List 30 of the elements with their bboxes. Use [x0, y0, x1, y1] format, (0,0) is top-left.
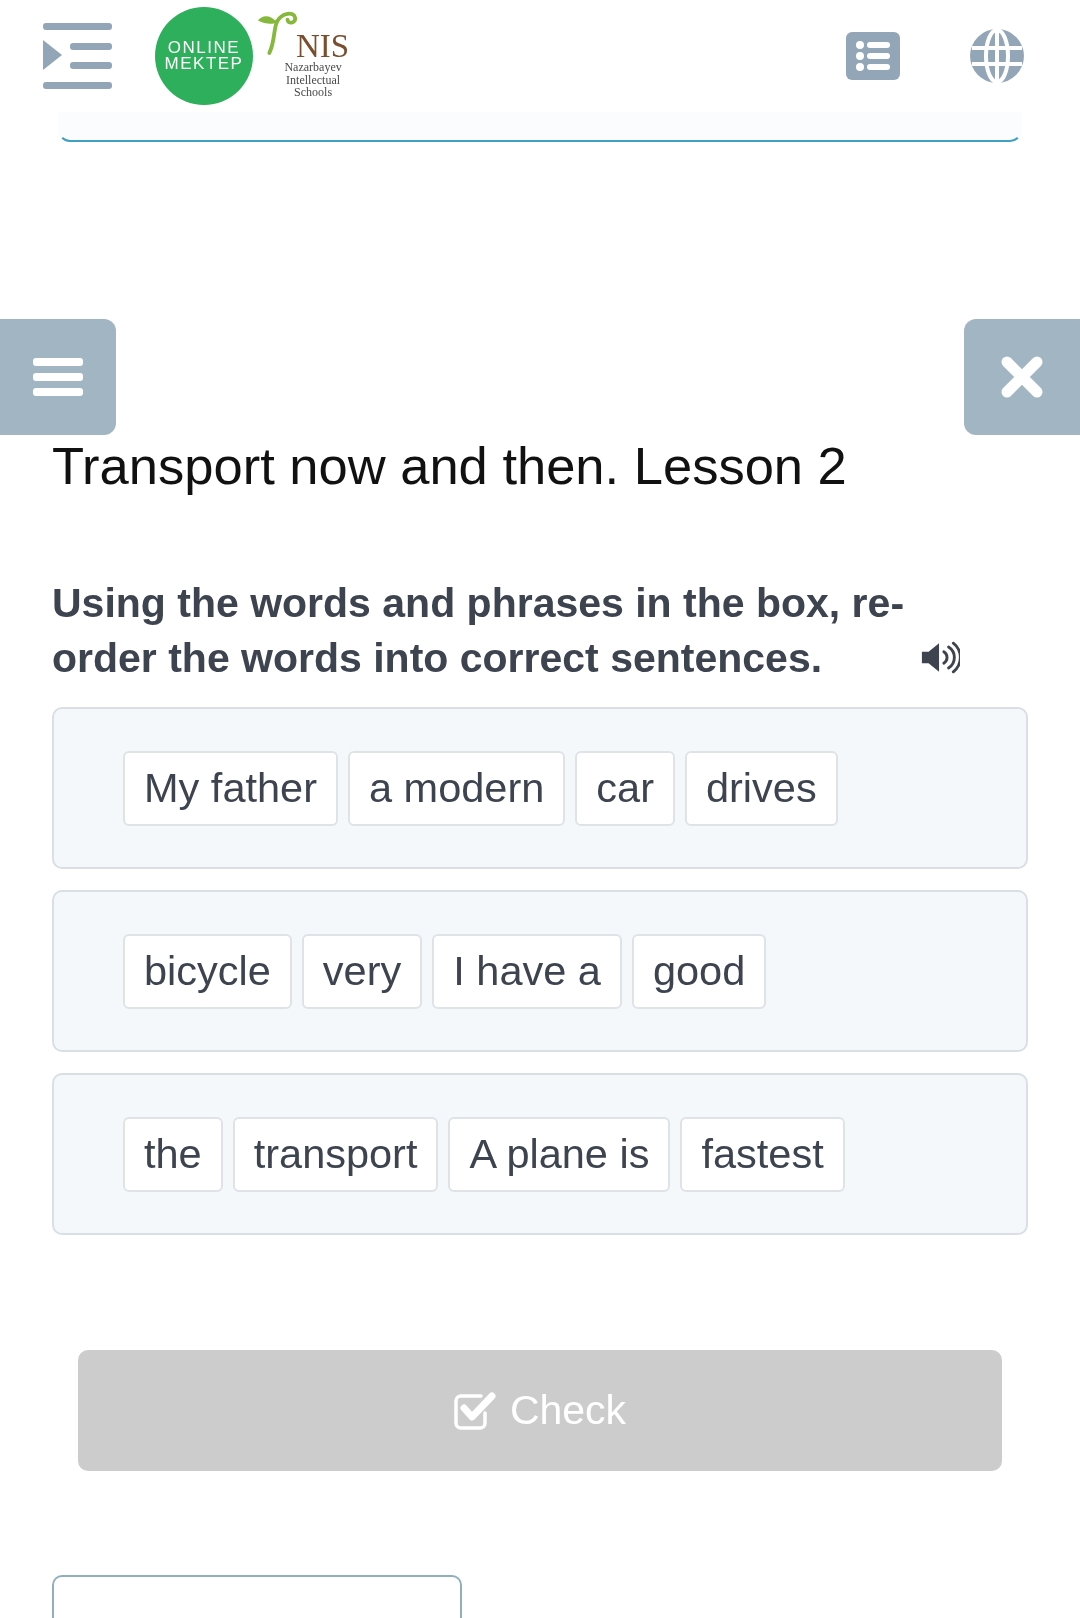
word-tile[interactable]: fastest: [680, 1116, 845, 1192]
logo-text: MEKTEP: [164, 56, 244, 72]
word-tile[interactable]: I have a: [432, 933, 622, 1009]
word-tile[interactable]: the: [123, 1116, 223, 1192]
logo-subtitle: Intellectual: [286, 73, 341, 86]
word-tile[interactable]: drives: [684, 750, 838, 826]
check-square-icon: [453, 1390, 496, 1431]
logo-subtitle: Schools: [294, 86, 333, 99]
menu-icon: [33, 358, 83, 396]
speaker-icon[interactable]: [920, 641, 960, 674]
menu-indent-icon[interactable]: [43, 23, 112, 89]
list-icon[interactable]: [846, 32, 900, 80]
logo-text: NIS: [296, 31, 350, 61]
globe-icon[interactable]: [970, 29, 1024, 83]
word-tile[interactable]: a modern: [348, 750, 566, 826]
close-button[interactable]: [964, 319, 1080, 435]
close-icon: [1001, 356, 1043, 398]
word-tile[interactable]: very: [301, 933, 423, 1009]
logo-subtitle: Nazarbayev: [284, 61, 342, 74]
logo-text: ONLINE: [167, 40, 241, 56]
word-tile[interactable]: transport: [232, 1116, 439, 1192]
sprout-icon: [257, 9, 297, 55]
lesson-title: Transport now and then. Lesson 2: [52, 435, 847, 497]
menu-button[interactable]: [0, 319, 116, 435]
instruction-text: Using the words and phrases in the box, re-order the words into correct sentences.: [52, 579, 906, 683]
word-tile[interactable]: car: [575, 750, 675, 826]
word-tile[interactable]: good: [631, 933, 767, 1009]
word-tile[interactable]: My father: [123, 750, 338, 826]
word-tile[interactable]: bicycle: [123, 933, 292, 1009]
word-tile[interactable]: A plane is: [448, 1116, 671, 1192]
